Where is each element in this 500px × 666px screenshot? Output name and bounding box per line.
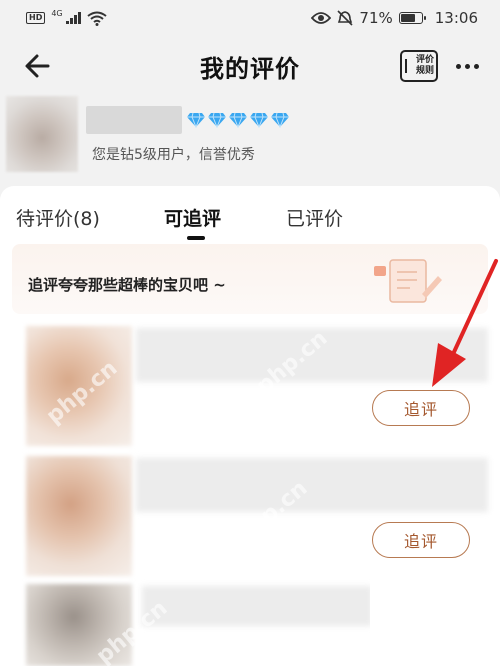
- product-title-blurred: [142, 586, 372, 626]
- diamond-icon: [271, 112, 289, 128]
- status-bar: HD 4G 71% 13:06: [0, 0, 500, 36]
- follow-up-review-button[interactable]: 追评: [372, 522, 470, 558]
- network-label: 4G: [51, 8, 63, 18]
- eye-icon: [311, 12, 332, 24]
- arrow-left-icon: [25, 54, 50, 78]
- user-level-text: 您是钻5级用户，信誉优秀: [92, 147, 255, 163]
- status-right: 71% 13:06: [311, 9, 478, 27]
- page-title: 我的评价: [200, 54, 300, 83]
- wifi-icon: [87, 11, 107, 26]
- follow-up-prompt-banner: 追评夸夸那些超棒的宝贝吧 ~: [12, 244, 488, 314]
- diamond-icon: [250, 112, 268, 128]
- review-tabs: 待评价(8) 可追评 已评价: [0, 186, 500, 244]
- follow-up-review-button[interactable]: 追评: [372, 390, 470, 426]
- active-tab-indicator: [187, 236, 205, 240]
- list-item[interactable]: 追评: [26, 456, 488, 576]
- tab-reviewed[interactable]: 已评价: [286, 204, 343, 231]
- overlay-blank: [370, 572, 500, 666]
- product-title-blurred: [136, 458, 488, 512]
- more-dots-icon: [455, 63, 461, 69]
- rules-label-line2: 规则: [415, 66, 434, 76]
- user-profile: 您是钻5级用户，信誉优秀: [0, 96, 500, 184]
- annotation-arrow-icon: [432, 259, 498, 387]
- back-button[interactable]: [20, 50, 56, 82]
- tab-follow-up-review[interactable]: 可追评: [164, 204, 221, 231]
- product-thumbnail: [26, 326, 132, 446]
- diamond-icon: [208, 112, 226, 128]
- product-thumbnail: [26, 584, 132, 666]
- app-header: 我的评价 评价 规则: [0, 36, 500, 96]
- list-item[interactable]: 追评: [26, 326, 488, 446]
- status-left: HD 4G: [26, 8, 107, 26]
- rules-label-line1: 评价: [415, 55, 434, 65]
- mute-bell-icon: [337, 10, 353, 26]
- tab-pending-review[interactable]: 待评价(8): [16, 204, 100, 231]
- avatar[interactable]: [6, 96, 78, 172]
- diamond-level-badges: [186, 112, 290, 128]
- signal-icon: [65, 12, 81, 24]
- battery-percent: 71%: [359, 9, 393, 27]
- diamond-icon: [187, 112, 205, 128]
- battery-icon: [398, 12, 426, 24]
- username-blurred: [86, 106, 182, 134]
- product-thumbnail: [26, 456, 132, 576]
- hd-icon: HD: [26, 12, 46, 24]
- clock: 13:06: [434, 9, 478, 27]
- rules-icon: 评价 规则: [400, 50, 438, 82]
- more-button[interactable]: [452, 54, 482, 78]
- banner-text: 追评夸夸那些超棒的宝贝吧 ~: [28, 276, 226, 294]
- diamond-icon: [229, 112, 247, 128]
- review-rules-button[interactable]: 评价 规则: [400, 50, 438, 82]
